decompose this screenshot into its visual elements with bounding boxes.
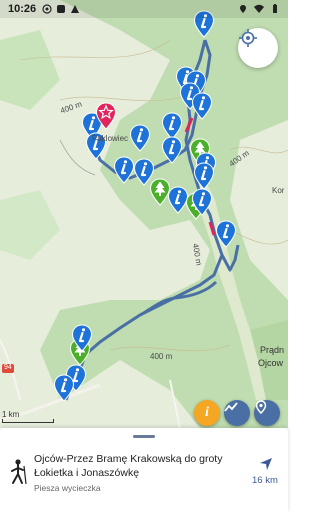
info-marker-icon[interactable] <box>191 92 213 120</box>
chart-line-icon <box>224 402 238 412</box>
info-marker-icon[interactable] <box>129 124 151 152</box>
drag-handle[interactable] <box>133 435 155 438</box>
location-icon <box>42 4 52 14</box>
info-marker-icon[interactable] <box>71 324 93 352</box>
star-marker-icon[interactable] <box>95 102 117 130</box>
road-number: 94 <box>4 364 12 371</box>
contour-label: 400 m <box>150 352 173 361</box>
info-marker-icon[interactable] <box>53 374 75 402</box>
gps-icon <box>240 5 246 13</box>
info-marker-icon[interactable] <box>215 220 237 248</box>
notification-icon <box>57 5 66 13</box>
hiker-icon <box>11 459 27 485</box>
trail-type: Piesza wycieczka <box>34 483 101 493</box>
elevation-button[interactable] <box>224 400 250 426</box>
info-marker-icon[interactable] <box>161 136 183 164</box>
scale-bar <box>2 419 54 423</box>
scale-label: 1 km <box>2 410 20 419</box>
wifi-icon <box>254 4 264 13</box>
navigate-arrow-icon[interactable] <box>258 456 274 472</box>
warning-icon <box>71 5 80 13</box>
battery-icon <box>273 4 277 13</box>
info-marker-icon[interactable] <box>191 188 213 216</box>
location-pin-icon <box>255 400 267 414</box>
town-label: Prądn <box>260 345 285 355</box>
info-marker-icon[interactable] <box>193 162 215 190</box>
info-marker-icon[interactable] <box>113 156 135 184</box>
town-label: Ojcow <box>258 358 284 368</box>
town-label: Puklowiec <box>92 134 129 143</box>
info-button[interactable]: i <box>194 400 220 426</box>
locate-button[interactable] <box>238 28 278 68</box>
status-time: 10:26 <box>8 3 37 15</box>
trail-distance: 16 km <box>252 475 278 486</box>
crosshair-icon <box>239 29 257 47</box>
town-label: Kor <box>272 186 285 195</box>
map-view[interactable]: Puklowiec Prądn Ojcow Kor 400 m 400 m 40… <box>0 0 288 428</box>
pin-button[interactable] <box>254 400 280 426</box>
map-canvas[interactable] <box>0 0 288 428</box>
status-bar: 10:26 <box>0 0 288 18</box>
trail-bottom-sheet[interactable]: Ojców-Przez Bramę Krakowską do groty Łok… <box>0 428 288 512</box>
trail-title[interactable]: Ojców-Przez Bramę Krakowską do groty Łok… <box>34 452 239 480</box>
